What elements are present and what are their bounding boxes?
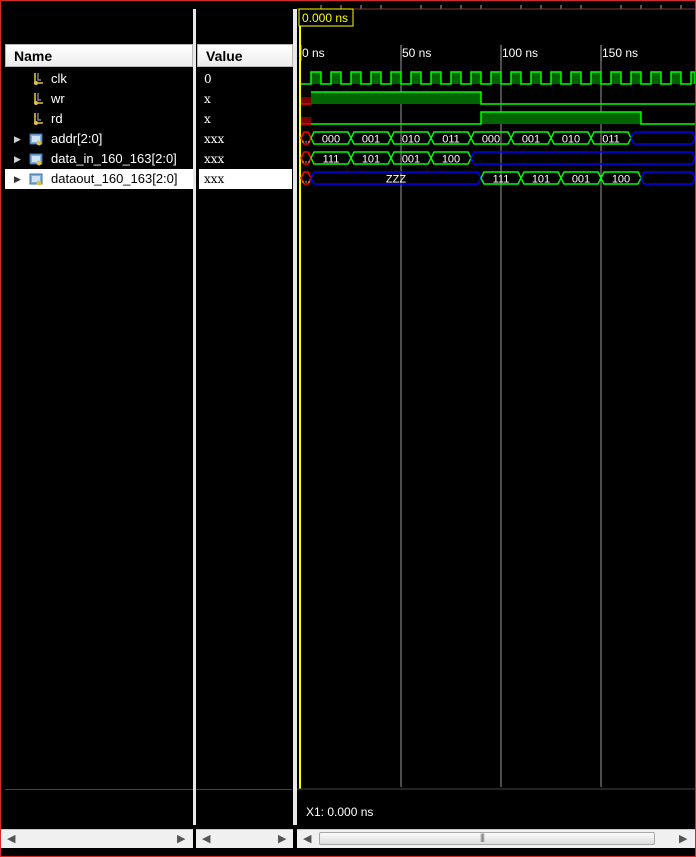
signal-name-label: dataout_160_163[2:0] <box>51 171 178 186</box>
signal-name-row[interactable]: wr <box>5 89 193 109</box>
value-pane: Value 0 x x xxx xxx xxx <box>196 9 293 825</box>
value-column-header[interactable]: Value <box>197 44 293 67</box>
time-tick-label: 50 ns <box>402 46 431 60</box>
dataout-bus-value: 100 <box>612 174 630 186</box>
signal-value: x <box>204 92 211 106</box>
dataout-bus-segment <box>640 171 695 185</box>
scroll-right-arrow-icon[interactable]: ▶ <box>177 832 185 845</box>
waveform-canvas[interactable]: 0 ns 50 ns 100 ns 150 ns 0.000 ns... 000 001 01… <box>297 1 695 827</box>
data-in-bus-value: 001 <box>402 154 420 166</box>
expand-arrow-icon[interactable]: ▶ <box>14 149 21 169</box>
bit-signal-icon <box>31 72 45 86</box>
waveform-window: Name clk wr rd ▶ addr[2:0] ▶ data_in_160_163[2… <box>0 0 696 857</box>
signal-value: x <box>204 112 211 126</box>
waveform-pane: 0 ns 50 ns 100 ns 150 ns 0.000 ns... 000 001 01… <box>297 1 695 827</box>
addr-bus-value: 010 <box>402 134 420 146</box>
wr-unknown-fill <box>301 97 311 104</box>
scroll-left-arrow-icon[interactable]: ◀ <box>7 832 15 845</box>
clk-high-fill <box>371 72 381 84</box>
dataout-bus-value: ... <box>301 174 310 186</box>
expand-arrow-icon[interactable]: ▶ <box>14 129 21 149</box>
scroll-left-arrow-icon[interactable]: ◀ <box>202 832 210 845</box>
rd-unknown-fill <box>301 117 311 124</box>
data-in-bus-value: 101 <box>362 154 380 166</box>
addr-bus-value: 011 <box>602 134 620 146</box>
bus-signal-icon <box>29 132 43 146</box>
signal-value: xxx <box>204 152 225 166</box>
data-in-bus-value: ... <box>301 154 310 166</box>
clk-high-fill <box>671 72 681 84</box>
addr-bus-value: 010 <box>562 134 580 146</box>
addr-bus-value: ... <box>301 134 310 146</box>
signal-name-label: addr[2:0] <box>51 131 103 146</box>
name-pane: Name clk wr rd ▶ addr[2:0] ▶ data_in_160_163[2… <box>5 9 193 825</box>
bit-signal-icon <box>31 92 45 106</box>
signal-name-label: data_in_160_163[2:0] <box>51 151 177 166</box>
clk-high-fill <box>311 72 321 84</box>
wr-high-fill <box>311 92 481 104</box>
waveform-scroll-thumb[interactable]: ||| <box>319 832 655 845</box>
data-in-bus-value: 100 <box>442 154 460 166</box>
name-pane-divider <box>5 789 193 790</box>
cursor-readout: X1: 0.000 ns <box>306 805 374 819</box>
name-column-header[interactable]: Name <box>5 44 193 67</box>
clk-high-fill <box>551 72 561 84</box>
addr-bus-value: 000 <box>482 134 500 146</box>
scroll-left-arrow-icon[interactable]: ◀ <box>303 832 311 845</box>
data-in-bus-segment <box>470 151 695 165</box>
addr-bus-value: 000 <box>322 134 340 146</box>
signal-name-label: wr <box>51 91 65 106</box>
clk-high-fill <box>571 72 581 84</box>
clk-high-fill <box>591 72 601 84</box>
scroll-grip-icon: ||| <box>480 832 485 842</box>
scroll-right-arrow-icon[interactable]: ▶ <box>679 832 687 845</box>
time-tick-label: 100 ns <box>502 46 538 60</box>
dataout-bus-value: 001 <box>572 174 590 186</box>
dataout-bus-value: 111 <box>493 174 510 186</box>
rd-high-fill <box>481 112 641 124</box>
clk-high-fill <box>471 72 481 84</box>
addr-bus-value: 001 <box>362 134 380 146</box>
clk-high-fill <box>651 72 661 84</box>
scroll-right-arrow-icon[interactable]: ▶ <box>278 832 286 845</box>
signal-name-row[interactable]: clk <box>5 69 193 89</box>
signal-name-row[interactable]: ▶ dataout_160_163[2:0] <box>5 169 193 189</box>
time-tick-label: 0 ns <box>302 46 325 60</box>
signal-name-row[interactable]: rd <box>5 109 193 129</box>
clk-high-fill <box>391 72 401 84</box>
cursor-time-label: 0.000 ns <box>302 11 348 25</box>
time-tick-label: 150 ns <box>602 46 638 60</box>
value-pane-scrollbar[interactable]: ◀ ▶ <box>196 829 293 848</box>
signal-name-row[interactable]: ▶ addr[2:0] <box>5 129 193 149</box>
signal-name-label: clk <box>51 71 67 86</box>
clk-high-fill <box>631 72 641 84</box>
addr-bus-segment <box>630 131 695 145</box>
dataout-bus-value: 101 <box>532 174 550 186</box>
waveform-scrollbar[interactable]: ◀ ||| ▶ <box>297 829 695 848</box>
signal-name-label: rd <box>51 111 63 126</box>
bus-signal-icon <box>29 172 43 186</box>
clk-high-fill <box>411 72 421 84</box>
clk-high-fill <box>431 72 441 84</box>
clk-high-fill <box>451 72 461 84</box>
clk-high-fill <box>531 72 541 84</box>
signal-name-row[interactable]: ▶ data_in_160_163[2:0] <box>5 149 193 169</box>
addr-bus-value: 001 <box>522 134 540 146</box>
data-in-bus-value: 111 <box>323 154 340 166</box>
bit-signal-icon <box>31 112 45 126</box>
clk-high-fill <box>611 72 621 84</box>
clk-high-fill <box>351 72 361 84</box>
signal-value: 0 <box>204 72 212 86</box>
expand-arrow-icon[interactable]: ▶ <box>14 169 21 189</box>
name-pane-scrollbar[interactable]: ◀ ▶ <box>1 829 193 848</box>
signal-value: xxx <box>204 132 225 146</box>
dataout-bus-value: ZZZ <box>386 174 406 186</box>
value-pane-divider <box>196 789 292 790</box>
bus-signal-icon <box>29 152 43 166</box>
addr-bus-value: 011 <box>442 134 460 146</box>
clk-high-fill <box>491 72 501 84</box>
signal-value: xxx <box>199 169 292 189</box>
clk-high-fill <box>511 72 521 84</box>
clk-high-fill <box>331 72 341 84</box>
